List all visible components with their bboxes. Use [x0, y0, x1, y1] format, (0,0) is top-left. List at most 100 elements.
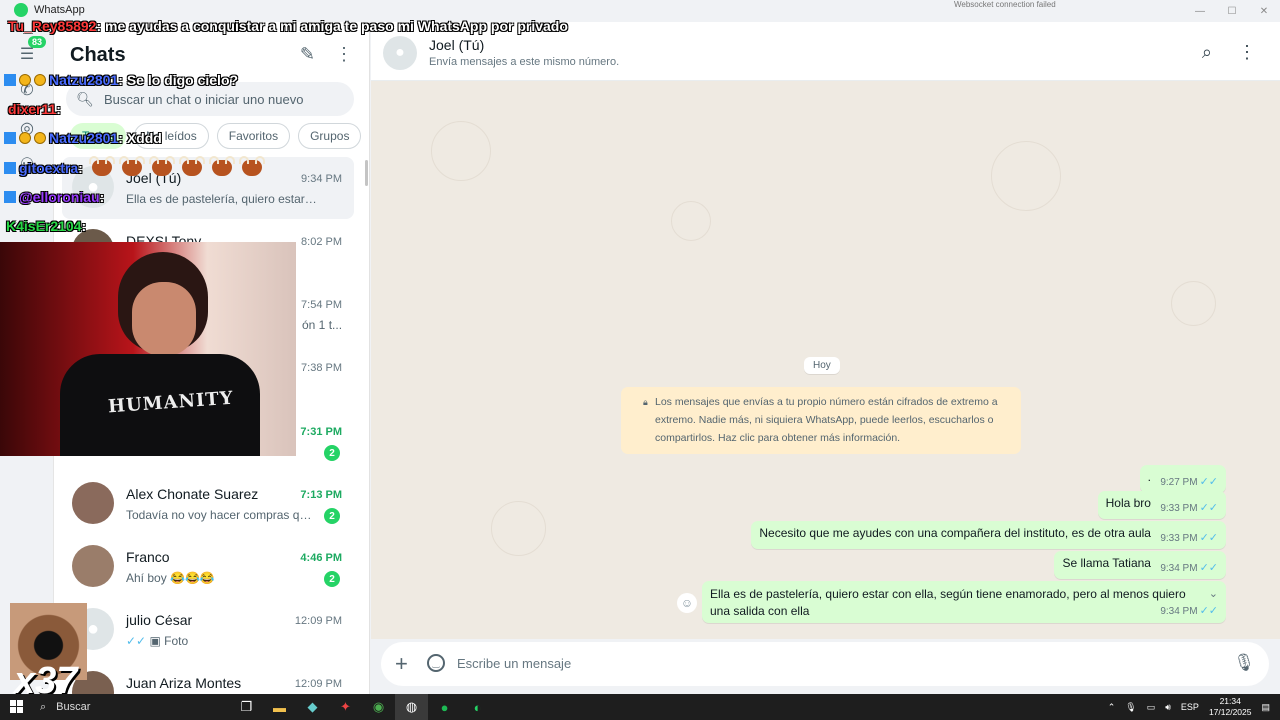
- chevron-down-icon[interactable]: ⌄: [1209, 586, 1218, 603]
- read-checks-icon: ✓✓: [1199, 502, 1218, 514]
- coin-badge-icon: [19, 74, 31, 86]
- coin-badge-icon: [34, 132, 46, 144]
- emoji-icon[interactable]: ‿: [427, 654, 445, 672]
- read-checks-icon: ✓✓: [1199, 562, 1218, 574]
- app-icon[interactable]: ◆: [296, 694, 329, 720]
- overlay-chat-line: Natzu2801: Xddd: [4, 130, 162, 146]
- close-button[interactable]: ✕: [1248, 0, 1280, 22]
- microphone-icon[interactable]: 🎙︎: [1233, 653, 1255, 673]
- search-icon[interactable]: ⌕: [1202, 42, 1212, 63]
- wallpaper-doodle: [671, 201, 711, 241]
- new-chat-icon[interactable]: ✎: [300, 44, 315, 65]
- menu-icon[interactable]: ⋮: [1238, 42, 1256, 63]
- taskbar: ⌕ Buscar ❐ ▬ ◆ ✦ ◉ ◍ ● ◐ ⌃ 🎙︎ ▭ 🔊︎ ESP 2…: [0, 694, 1280, 720]
- search-icon: ⌕: [40, 700, 47, 713]
- chat-item-alex[interactable]: Alex Chonate Suarez 7:13 PM Todavía no v…: [62, 473, 354, 535]
- taskbar-search[interactable]: ⌕ Buscar: [34, 694, 224, 720]
- streamer-webcam: HUMANITY: [0, 242, 296, 456]
- encryption-notice[interactable]: 🔒︎ Los mensajes que envías a tu propio n…: [621, 387, 1021, 454]
- coin-badge-icon: [19, 132, 31, 144]
- cow-emote-icon: [148, 156, 175, 176]
- wallpaper-doodle: [491, 501, 546, 556]
- read-checks-icon: ✓✓: [126, 634, 147, 648]
- spotify-icon[interactable]: ●: [428, 694, 461, 720]
- message-bubble[interactable]: Necesito que me ayudes con una compañera…: [751, 521, 1226, 549]
- system-tray: ⌃ 🎙︎ ▭ 🔊︎ ESP 21:34 17/12/2025 ▤: [1108, 694, 1280, 720]
- cow-emote-icon: [88, 156, 115, 176]
- search-icon: 🔍︎: [76, 90, 94, 107]
- sub-badge-icon: [4, 132, 16, 144]
- unread-badge: 2: [324, 571, 340, 587]
- app-icon[interactable]: ✦: [329, 694, 362, 720]
- cow-emote-icon: [208, 156, 235, 176]
- overlay-chat-line: K4isEr2104:: [6, 218, 87, 234]
- maximize-button[interactable]: ☐: [1216, 0, 1248, 22]
- wallpaper-doodle: [991, 141, 1061, 211]
- task-view-icon[interactable]: ❐: [230, 694, 263, 720]
- read-checks-icon: ✓✓: [1199, 605, 1218, 617]
- message-composer: + ‿ Escribe un mensaje 🎙︎: [371, 639, 1280, 694]
- day-divider: Hoy: [804, 357, 840, 374]
- whatsapp-icon[interactable]: ◐: [461, 694, 494, 720]
- network-icon[interactable]: ▭: [1147, 702, 1156, 713]
- avatar: [72, 545, 114, 587]
- cow-emote-icon: [178, 156, 205, 176]
- chevron-up-icon[interactable]: ⌃: [1108, 702, 1116, 713]
- message-bubble[interactable]: Hola bro 9:33 PM ✓✓: [1097, 491, 1226, 519]
- read-checks-icon: ✓✓: [1199, 476, 1218, 488]
- react-emoji-icon[interactable]: ☺: [677, 593, 697, 613]
- message-bubble[interactable]: . 9:27 PM ✓✓: [1139, 465, 1226, 493]
- attach-icon[interactable]: +: [395, 651, 408, 677]
- language-indicator[interactable]: ESP: [1181, 702, 1199, 712]
- overlay-chat-line: gitoextra:: [4, 156, 267, 176]
- overlay-chat-line: dixer11:: [8, 101, 61, 117]
- sub-badge-icon: [4, 162, 16, 174]
- avatar: [72, 482, 114, 524]
- read-checks-icon: ✓✓: [1199, 532, 1218, 544]
- unread-badge: 2: [324, 445, 340, 461]
- contact-subtitle: Envía mensajes a este mismo número.: [429, 56, 620, 68]
- chat-list-title: Chats: [70, 44, 126, 66]
- contact-name: Joel (Tú): [429, 37, 485, 53]
- coin-badge-icon: [34, 74, 46, 86]
- file-explorer-icon[interactable]: ▬: [263, 694, 296, 720]
- notifications-icon[interactable]: ▤: [1261, 702, 1270, 713]
- clock[interactable]: 21:34 17/12/2025: [1209, 696, 1252, 718]
- cow-emote-icon: [238, 156, 265, 176]
- message-bubble[interactable]: Se llama Tatiana 9:34 PM ✓✓: [1054, 551, 1226, 579]
- contact-avatar: ●: [383, 36, 417, 70]
- sub-badge-icon: [4, 191, 16, 203]
- whatsapp-logo-icon: [14, 3, 28, 17]
- windows-start-icon[interactable]: [10, 700, 23, 713]
- chat-item-franco[interactable]: Franco 4:46 PM Ahí boy 😂😂😂 2: [62, 536, 354, 598]
- streamer-face: [132, 282, 196, 356]
- chat-list-scrollbar[interactable]: [365, 160, 368, 186]
- wallpaper-doodle: [1171, 281, 1216, 326]
- chats-badge: 83: [28, 36, 47, 48]
- cow-emote-icon: [118, 156, 145, 176]
- overlay-chat-line: @elloroniau:: [4, 189, 104, 205]
- chat-item-julio[interactable]: ● julio César 12:09 PM ✓✓ ▣ Foto: [62, 599, 354, 661]
- photo-icon: ▣: [149, 634, 161, 648]
- message-bubble[interactable]: Ella es de pastelería, quiero estar con …: [702, 581, 1226, 623]
- unread-badge: 2: [324, 508, 340, 524]
- chrome-icon[interactable]: ◉: [362, 694, 395, 720]
- filter-favorites[interactable]: Favoritos: [216, 123, 291, 149]
- message-input[interactable]: Escribe un mensaje: [457, 656, 571, 671]
- menu-icon[interactable]: ⋮: [335, 44, 353, 65]
- conversation-area: Hoy 🔒︎ Los mensajes que envías a tu prop…: [371, 81, 1280, 639]
- connection-status: Websocket connection failed: [954, 0, 1056, 9]
- minimize-button[interactable]: —: [1184, 0, 1216, 22]
- obs-icon[interactable]: ◍: [395, 694, 428, 720]
- volume-icon[interactable]: 🔊︎: [1165, 702, 1171, 713]
- chat-item-juan[interactable]: Juan Ariza Montes 12:09 PM: [62, 662, 354, 694]
- wallpaper-doodle: [431, 121, 491, 181]
- app-title: WhatsApp: [14, 3, 85, 17]
- filter-groups[interactable]: Grupos: [298, 123, 362, 149]
- overlay-chat-line: Natzu2801: Se lo digo cielo?: [4, 72, 238, 88]
- lock-icon: 🔒︎: [643, 397, 648, 407]
- sub-badge-icon: [4, 74, 16, 86]
- mic-icon[interactable]: 🎙︎: [1125, 702, 1136, 713]
- composer-box: + ‿ Escribe un mensaje 🎙︎: [381, 642, 1269, 686]
- overlay-chat-line: Tu_Rey85892: me ayudas a conquistar a mi…: [8, 18, 568, 34]
